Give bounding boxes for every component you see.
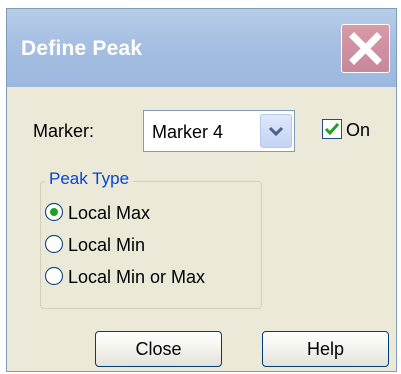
radio-local-min-label[interactable]: Local Min	[68, 235, 145, 256]
peak-type-group-title: Peak Type	[45, 169, 134, 189]
radio-local-min[interactable]	[44, 234, 64, 254]
radio-empty-icon	[44, 266, 64, 286]
on-checkbox[interactable]	[322, 119, 342, 139]
window-close-button[interactable]	[341, 24, 390, 73]
close-button[interactable]: Close	[95, 331, 222, 367]
define-peak-dialog: Define Peak Marker: Marker 4 On Peak Typ…	[6, 8, 397, 372]
marker-label: Marker:	[33, 121, 95, 141]
radio-empty-icon	[44, 234, 64, 254]
radio-local-max[interactable]	[44, 202, 64, 222]
marker-select[interactable]: Marker 4	[143, 110, 295, 152]
title-bar[interactable]: Define Peak	[7, 9, 396, 87]
marker-select-value: Marker 4	[152, 122, 224, 142]
chevron-down-icon	[268, 126, 284, 137]
close-x-icon	[349, 32, 382, 65]
on-checkbox-label[interactable]: On	[346, 120, 370, 141]
checkmark-icon	[324, 123, 340, 136]
radio-local-min-or-max[interactable]	[44, 266, 64, 286]
radio-local-max-label[interactable]: Local Max	[68, 203, 150, 224]
marker-dropdown-button[interactable]	[260, 114, 292, 148]
window-title: Define Peak	[21, 37, 143, 60]
radio-selected-icon	[44, 202, 64, 222]
radio-local-min-or-max-label[interactable]: Local Min or Max	[68, 267, 205, 288]
help-button[interactable]: Help	[262, 331, 389, 367]
